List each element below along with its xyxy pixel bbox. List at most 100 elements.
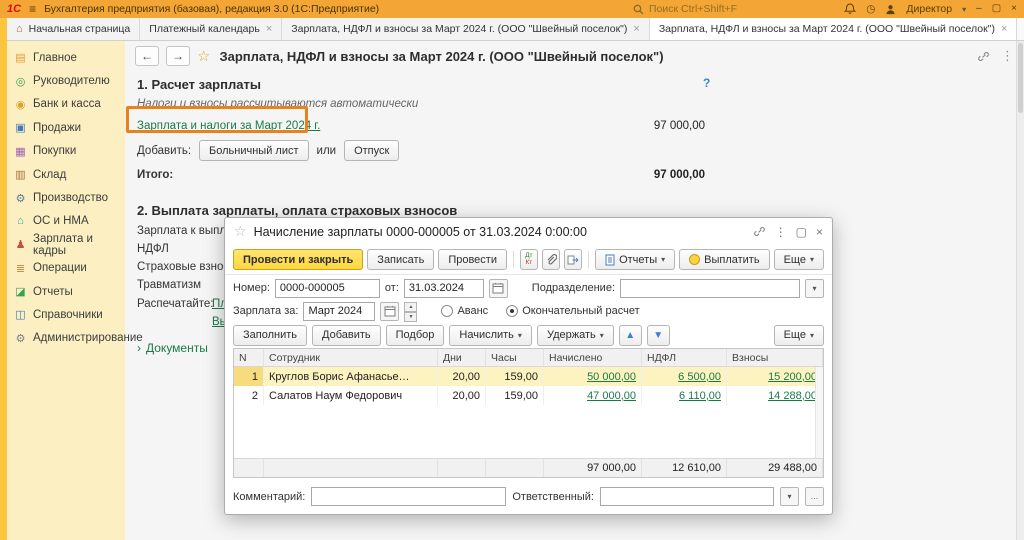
documents-label: Документы [146,341,208,355]
scrollbar-thumb[interactable] [1018,43,1023,113]
salary-taxes-link[interactable]: Зарплата и налоги за Март 2024 г. [137,120,320,132]
close-window-button[interactable]: × [1011,4,1017,14]
tab-label: Зарплата, НДФЛ и взносы за Март 2024 г. … [291,23,627,35]
table-row[interactable]: 1 Круглов Борис Афанасье… 20,00 159,00 5… [234,367,823,386]
more-button[interactable]: Еще ▾ [774,249,824,270]
kebab-menu-icon[interactable]: ⋮ [1001,48,1014,64]
col-employee[interactable]: Сотрудник [264,349,438,366]
pick-button[interactable]: Подбор [386,325,445,346]
sidebar-item-operations[interactable]: ≣Операции [7,257,125,280]
col-accrued[interactable]: Начислено [544,349,642,366]
close-dialog-icon[interactable]: × [816,225,823,239]
sidebar-item-label: Операции [33,262,87,274]
tab-close-icon[interactable]: × [633,23,639,35]
save-button[interactable]: Записать [367,249,434,270]
tab-close-icon[interactable]: × [266,23,272,35]
col-hours[interactable]: Часы [486,349,544,366]
table-more-button[interactable]: Еще▾ [774,325,824,346]
sidebar-item-reports[interactable]: ◪Отчеты [7,280,125,303]
help-icon[interactable]: ? [703,76,710,90]
accrued-link[interactable]: 50 000,00 [587,371,636,383]
responsible-input[interactable] [600,487,774,506]
restore-button[interactable]: ▢ [992,4,1001,14]
move-down-button[interactable]: ▼ [647,325,670,346]
final-settlement-radio[interactable]: Окончательный расчет [506,305,639,317]
month-spinner[interactable]: ▲▼ [404,302,417,321]
sick-leave-button[interactable]: Больничный лист [199,140,308,161]
minimize-button[interactable]: – [976,4,982,14]
ndfl-link[interactable]: 6 110,00 [679,390,721,402]
post-button[interactable]: Провести [438,249,507,270]
move-up-button[interactable]: ▲ [619,325,642,346]
month-calendar-button[interactable] [380,302,399,321]
link-icon[interactable] [753,225,766,238]
withhold-button[interactable]: Удержать▾ [537,325,614,346]
tab-payment-calendar[interactable]: Платежный календарь × [140,18,282,40]
sidebar-item-sales[interactable]: ▣Продажи [7,116,125,139]
main-menu-icon[interactable]: ≡ [29,2,36,16]
favorite-star-icon[interactable]: ☆ [197,47,210,65]
history-icon[interactable]: ◷ [866,3,875,15]
tab-salary-march-2[interactable]: Зарплата, НДФЛ и взносы за Март 2024 г. … [650,18,1018,40]
spin-up-icon[interactable]: ▲ [404,302,417,312]
sidebar-item-administration[interactable]: ⚙Администрирование [7,327,125,350]
global-search[interactable]: Поиск Ctrl+Shift+F [633,0,737,18]
department-input[interactable] [620,279,800,298]
user-name[interactable]: Директор [906,3,952,15]
tab-close-icon[interactable]: × [1001,23,1007,35]
page-scrollbar[interactable] [1016,41,1024,540]
attachments-button[interactable] [542,249,560,270]
responsible-more-button[interactable]: … [805,487,824,506]
contrib-link[interactable]: 14 288,00 [768,390,817,402]
tab-home[interactable]: ⌂ Начальная страница [7,18,140,40]
create-based-on-button[interactable] [564,249,582,270]
accrue-button[interactable]: Начислить▾ [449,325,532,346]
col-n[interactable]: N [234,349,264,366]
date-input[interactable] [404,279,484,298]
notifications-bell-icon[interactable] [844,3,856,15]
department-chooser-button[interactable]: ▾ [805,279,824,298]
col-days[interactable]: Дни [438,349,486,366]
sidebar-item-main[interactable]: ▤Главное [7,46,125,69]
calendar-button[interactable] [489,279,508,298]
show-postings-button[interactable]: ДтКт [520,249,538,270]
col-contrib[interactable]: Взносы [727,349,823,366]
kebab-menu-icon[interactable]: ⋮ [775,225,787,239]
add-row-button[interactable]: Добавить [312,325,381,346]
user-menu-caret-icon[interactable]: ▾ [962,5,966,14]
total-label: Итого: [137,169,173,181]
post-and-close-button[interactable]: Провести и закрыть [233,249,363,270]
favorite-star-icon[interactable]: ☆ [234,223,247,240]
comment-input[interactable] [311,487,506,506]
ndfl-link[interactable]: 6 500,00 [678,371,721,383]
sidebar-item-salary-hr[interactable]: ♟Зарплата и кадры [7,233,125,256]
tab-salary-march-1[interactable]: Зарплата, НДФЛ и взносы за Март 2024 г. … [282,18,650,40]
vacation-button[interactable]: Отпуск [344,140,399,161]
back-button[interactable]: ← [135,46,159,66]
sidebar-item-bank-cash[interactable]: ◉Банк и касса [7,93,125,116]
accrued-link[interactable]: 47 000,00 [587,390,636,402]
responsible-dropdown-button[interactable]: ▾ [780,487,799,506]
table-row[interactable]: 2 Салатов Наум Федорович 20,00 159,00 47… [234,386,823,405]
col-ndfl[interactable]: НДФЛ [642,349,727,366]
maximize-icon[interactable]: ▢ [796,225,807,239]
salary-month-input[interactable] [303,302,375,321]
documents-expander[interactable]: › Документы [137,341,208,355]
contrib-link[interactable]: 15 200,00 [768,371,817,383]
sidebar-item-directories[interactable]: ◫Справочники [7,303,125,326]
reports-button[interactable]: Отчеты ▾ [595,249,675,270]
arrow-down-icon: ▼ [653,330,663,341]
link-icon[interactable] [977,50,990,63]
sidebar-item-purchases[interactable]: ▦Покупки [7,140,125,163]
sidebar-item-manager[interactable]: ◎Руководителю [7,69,125,92]
sidebar-item-warehouse[interactable]: ▥Склад [7,163,125,186]
spin-down-icon[interactable]: ▼ [404,312,417,322]
advance-radio[interactable]: Аванс [441,305,488,317]
sidebar-item-fixed-assets[interactable]: ⌂ОС и НМА [7,210,125,233]
forward-button[interactable]: → [166,46,190,66]
fill-button[interactable]: Заполнить [233,325,307,346]
sidebar-item-production[interactable]: ⚙Производство [7,186,125,209]
table-scrollbar[interactable] [815,367,823,458]
pay-button[interactable]: Выплатить [679,249,769,270]
number-input[interactable] [275,279,380,298]
